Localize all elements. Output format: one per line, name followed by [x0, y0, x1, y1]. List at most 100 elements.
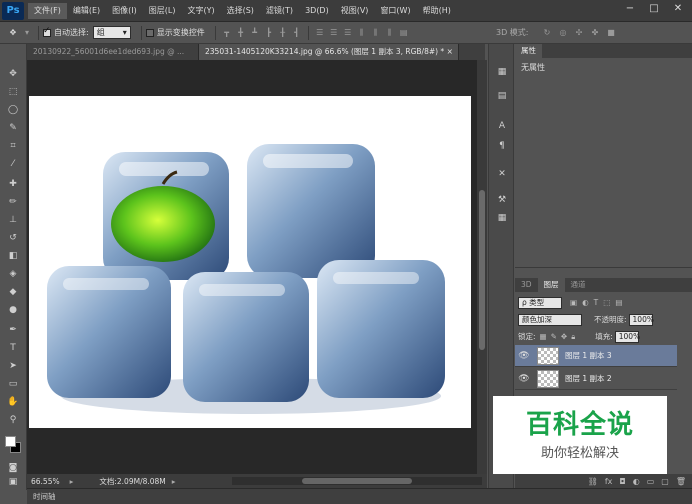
blur-tool-icon[interactable]: ◆	[6, 286, 20, 298]
screen-mode-icon[interactable]: ▣	[6, 476, 20, 488]
menu-item[interactable]: 文字(Y)	[181, 3, 220, 19]
document-canvas[interactable]	[29, 96, 471, 428]
brush-tool-icon[interactable]: ✏	[6, 196, 20, 208]
lock-transparent-icon[interactable]: ▦	[540, 332, 547, 341]
path-select-tool-icon[interactable]: ➤	[6, 360, 20, 372]
tab-3d[interactable]: 3D	[515, 278, 538, 292]
lock-all-icon[interactable]: 🔒︎	[571, 332, 575, 342]
lock-position-icon[interactable]: ✥	[561, 332, 567, 341]
foreground-color-swatch[interactable]	[5, 436, 16, 447]
menu-item[interactable]: 图像(I)	[106, 3, 143, 19]
distribute-right-icon[interactable]: ⫼	[385, 28, 395, 38]
status-menu-icon[interactable]: ▸	[70, 477, 74, 486]
menu-item[interactable]: 滤镜(T)	[260, 3, 299, 19]
menu-item[interactable]: 图层(L)	[143, 3, 182, 19]
align-top-icon[interactable]: ┳	[222, 28, 232, 38]
visibility-eye-icon[interactable]: 👁︎	[515, 374, 533, 384]
link-layers-icon[interactable]: ⛓	[588, 477, 598, 486]
distribute-top-icon[interactable]: ☰	[315, 28, 325, 38]
layer-style-icon[interactable]: fx	[605, 477, 613, 486]
character-panel-icon[interactable]: A	[496, 120, 508, 132]
menu-item[interactable]: 编辑(E)	[67, 3, 106, 19]
pen-tool-icon[interactable]: ✒	[6, 324, 20, 336]
healing-brush-tool-icon[interactable]: ✚	[6, 178, 20, 190]
timeline-bar[interactable]: 时间轴	[27, 488, 692, 504]
history-panel-icon[interactable]: ▦	[496, 66, 508, 78]
menu-item[interactable]: 3D(D)	[299, 3, 335, 19]
menu-item[interactable]: 文件(F)	[28, 2, 67, 19]
auto-align-icon[interactable]: ▤	[399, 28, 409, 38]
rotate-3d-icon[interactable]: ↻	[542, 28, 552, 38]
layer-row[interactable]: 👁︎ 图层 1 副本 2	[515, 368, 677, 390]
distribute-vcenter-icon[interactable]: ☰	[329, 28, 339, 38]
filter-smart-icon[interactable]: ▤	[615, 298, 622, 307]
lock-pixels-icon[interactable]: ✎	[551, 332, 557, 341]
tool-preset-chevron-icon[interactable]: ▾	[22, 28, 32, 38]
tool-presets-icon[interactable]: ✕	[496, 168, 508, 180]
new-layer-icon[interactable]: ▢	[661, 477, 669, 486]
distribute-bottom-icon[interactable]: ☰	[343, 28, 353, 38]
visibility-eye-icon[interactable]: 👁︎	[515, 351, 533, 361]
distribute-hcenter-icon[interactable]: ⫼	[371, 28, 381, 38]
menu-item[interactable]: 帮助(H)	[417, 3, 457, 19]
pan-3d-icon[interactable]: ✣	[574, 28, 584, 38]
gradient-tool-icon[interactable]: ◈	[6, 268, 20, 280]
align-left-icon[interactable]: ┣	[264, 28, 274, 38]
eraser-tool-icon[interactable]: ◧	[6, 250, 20, 262]
history-brush-tool-icon[interactable]: ↺	[6, 232, 20, 244]
horizontal-scrollbar[interactable]	[232, 477, 482, 485]
vertical-scroll-thumb[interactable]	[479, 190, 485, 350]
menu-item[interactable]: 视图(V)	[335, 3, 375, 19]
align-bottom-icon[interactable]: ┻	[250, 28, 260, 38]
align-right-icon[interactable]: ┫	[292, 28, 302, 38]
filter-pixel-icon[interactable]: ▣	[570, 298, 577, 307]
close-button[interactable]: ✕	[668, 2, 688, 16]
dodge-tool-icon[interactable]: ●	[6, 304, 20, 316]
tab-channels[interactable]: 通道	[565, 278, 592, 292]
lasso-tool-icon[interactable]: ◯	[6, 104, 20, 116]
clone-stamp-tool-icon[interactable]: ⊥	[6, 214, 20, 226]
menu-item[interactable]: 选择(S)	[221, 3, 260, 19]
filter-type-icon[interactable]: T	[594, 298, 599, 307]
delete-layer-icon[interactable]: 🗑︎	[676, 477, 686, 486]
new-group-icon[interactable]: ▭	[647, 477, 655, 486]
align-vcenter-icon[interactable]: ╋	[236, 28, 246, 38]
scale-3d-icon[interactable]: ■	[606, 28, 616, 38]
move-tool-icon[interactable]: ✥	[6, 68, 20, 80]
tab-properties[interactable]: 属性	[515, 44, 542, 58]
show-transform-checkbox[interactable]	[145, 28, 154, 37]
eyedropper-tool-icon[interactable]: ⁄	[6, 158, 20, 170]
tab-document-2[interactable]: 235031-1405120K33214.jpg @ 66.6% (图层 1 副…	[199, 44, 459, 60]
maximize-button[interactable]: □	[644, 2, 664, 16]
actions-panel-icon[interactable]: ▤	[496, 90, 508, 102]
distribute-left-icon[interactable]: ⫼	[357, 28, 367, 38]
brush-panel-icon[interactable]: ⚒	[496, 194, 508, 206]
layer-filter-dropdown[interactable]: ρ 类型	[518, 296, 562, 309]
slide-3d-icon[interactable]: ✤	[590, 28, 600, 38]
auto-select-dropdown[interactable]: 组 ▾	[92, 26, 131, 39]
align-hcenter-icon[interactable]: ╂	[278, 28, 288, 38]
clone-source-icon[interactable]: ▦	[496, 212, 508, 224]
horizontal-scroll-thumb[interactable]	[302, 478, 412, 484]
crop-tool-icon[interactable]: ⌗	[6, 140, 20, 152]
paragraph-panel-icon[interactable]: ¶	[496, 140, 508, 152]
move-tool-icon[interactable]: ✥	[8, 28, 18, 38]
menu-item[interactable]: 窗口(W)	[374, 3, 416, 19]
auto-select-checkbox[interactable]	[43, 26, 51, 37]
type-tool-icon[interactable]: T	[6, 342, 20, 354]
marquee-tool-icon[interactable]: ⬚	[6, 86, 20, 98]
status-expand-icon[interactable]: ▸	[172, 477, 176, 486]
filter-shape-icon[interactable]: ⬚	[603, 298, 610, 307]
shape-tool-icon[interactable]: ▭	[6, 378, 20, 390]
zoom-level[interactable]: 66.55%	[27, 477, 64, 486]
roll-3d-icon[interactable]: ◎	[558, 28, 568, 38]
quick-select-tool-icon[interactable]: ✎	[6, 122, 20, 134]
hand-tool-icon[interactable]: ✋	[6, 396, 20, 408]
quick-mask-icon[interactable]: ◙	[6, 462, 20, 474]
add-mask-icon[interactable]: ◘	[619, 477, 625, 486]
vertical-scrollbar[interactable]	[477, 60, 487, 474]
tab-layers[interactable]: 图层	[537, 278, 565, 292]
fill-input[interactable]: 100%	[614, 330, 640, 343]
zoom-tool-icon[interactable]: ⚲	[6, 414, 20, 426]
adjustment-layer-icon[interactable]: ◐	[633, 477, 640, 486]
